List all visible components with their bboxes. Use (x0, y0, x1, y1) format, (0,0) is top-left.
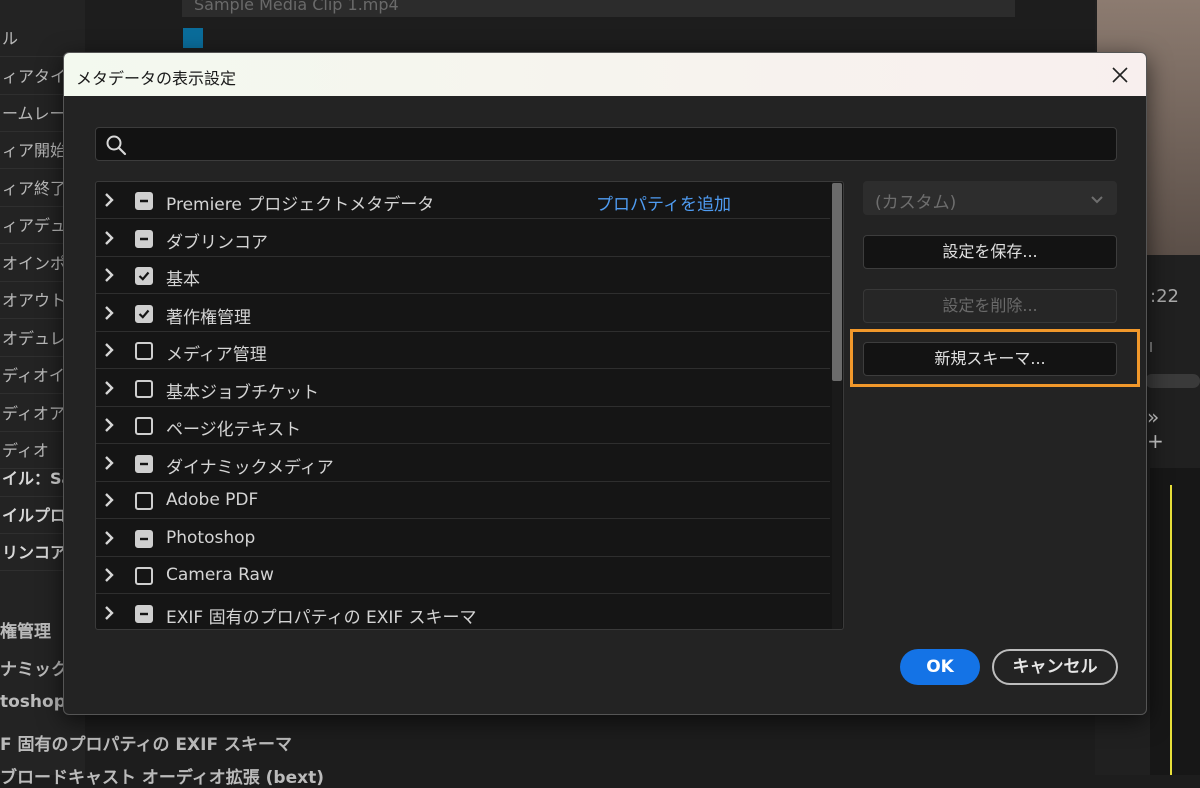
row-label: ダイナミックメディア (166, 457, 334, 478)
bg-row: toshop (0, 692, 66, 712)
row-label: 基本 (166, 270, 200, 290)
chevron-right-icon[interactable] (101, 530, 117, 546)
annotation-highlight-box (850, 329, 1140, 387)
checkmark-icon (138, 271, 150, 281)
chevron-right-icon[interactable] (101, 305, 117, 321)
row-checkbox[interactable] (135, 229, 153, 248)
indeterminate-icon (140, 612, 148, 615)
chevron-right-icon[interactable] (101, 230, 117, 246)
chevron-right-icon[interactable] (101, 567, 117, 583)
metadata-display-dialog: メタデータの表示設定 EXIF 固有のプロパティの EXIF スキーマ Camer… (63, 52, 1147, 715)
row-checkbox[interactable] (135, 304, 153, 323)
list-item[interactable]: Camera Raw (96, 557, 830, 594)
bg-zoom-scrollbar[interactable] (1145, 374, 1200, 388)
chevron-right-icon[interactable] (101, 417, 117, 433)
row-checkbox[interactable] (135, 417, 153, 435)
bg-row: ブロードキャスト オーディオ拡張 (bext) (0, 768, 324, 788)
row-checkbox[interactable] (135, 379, 153, 398)
bg-ruler (1150, 342, 1200, 352)
row-label: Photoshop (166, 527, 256, 548)
preset-dropdown[interactable]: (カスタム) (863, 181, 1117, 215)
list-item[interactable]: 著作権管理 (96, 295, 830, 332)
row-label: 著作権管理 (166, 307, 251, 328)
search-icon (106, 135, 127, 156)
row-checkbox[interactable] (135, 192, 153, 210)
bg-playhead (1170, 485, 1172, 775)
indeterminate-icon (140, 237, 148, 240)
row-label: Camera Raw (166, 565, 274, 585)
close-button[interactable] (1108, 63, 1132, 87)
chevron-down-icon (1091, 196, 1103, 204)
indeterminate-icon (140, 537, 148, 540)
chevron-right-icon[interactable] (101, 455, 117, 471)
row-label: Adobe PDF (166, 490, 259, 510)
row-label: 基本ジョブチケット (166, 382, 319, 403)
row-checkbox[interactable] (135, 604, 153, 623)
bg-timecode: :22 (1150, 286, 1179, 307)
chevron-right-icon[interactable] (101, 492, 117, 508)
list-item[interactable]: Photoshop (96, 520, 830, 557)
delete-settings-button[interactable]: 設定を削除... (863, 289, 1117, 323)
checkmark-icon (138, 309, 150, 319)
row-checkbox[interactable] (135, 567, 153, 585)
chevron-right-icon[interactable] (101, 267, 117, 283)
search-field[interactable] (95, 127, 1117, 161)
list-item[interactable]: 基本 (96, 257, 830, 294)
bg-timeline (1150, 468, 1200, 775)
list-scrollbar-thumb[interactable] (832, 183, 842, 381)
search-input[interactable] (136, 130, 1100, 160)
indeterminate-icon (140, 462, 148, 465)
bg-row: F 固有のプロパティの EXIF スキーマ (0, 735, 293, 755)
list-item[interactable]: メディア管理 (96, 332, 830, 369)
row-checkbox[interactable] (135, 492, 153, 510)
row-label: ページ化テキスト (166, 420, 302, 440)
dialog-titlebar: メタデータの表示設定 (64, 53, 1146, 96)
chevron-right-icon[interactable] (101, 192, 117, 208)
dialog-title: メタデータの表示設定 (76, 69, 237, 88)
row-checkbox[interactable] (135, 454, 153, 473)
indeterminate-icon (140, 199, 148, 203)
close-icon (1112, 67, 1128, 83)
row-label: ダブリンコア (166, 232, 268, 253)
bg-row: ナミック (0, 660, 68, 680)
bg-file-name-field: Sample Media Clip 1.mp4 (182, 0, 1015, 17)
list-item[interactable]: ダイナミックメディア (96, 445, 830, 482)
cancel-button[interactable]: キャンセル (992, 649, 1118, 685)
chevron-right-icon[interactable] (101, 605, 117, 621)
save-settings-button[interactable]: 設定を保存... (863, 235, 1117, 269)
list-item[interactable]: Adobe PDF (96, 482, 830, 519)
row-checkbox[interactable] (135, 267, 153, 285)
preset-value: (カスタム) (875, 193, 957, 213)
row-label: EXIF 固有のプロパティの EXIF スキーマ (166, 607, 477, 628)
add-property-link[interactable]: プロパティを追加 (596, 190, 731, 215)
bg-row: 権管理 (0, 622, 51, 642)
schema-list: EXIF 固有のプロパティの EXIF スキーマ Camera Raw Photos… (95, 181, 844, 630)
chevron-right-icon[interactable] (101, 380, 117, 396)
list-item[interactable]: EXIF 固有のプロパティの EXIF スキーマ (96, 595, 830, 630)
row-checkbox[interactable] (135, 342, 153, 360)
list-item[interactable]: Premiere プロジェクトメタデータ プロパティを追加 (96, 182, 830, 219)
row-checkbox[interactable] (135, 529, 153, 548)
row-label: メディア管理 (166, 345, 267, 365)
row-label: Premiere プロジェクトメタデータ (166, 195, 435, 215)
bg-color-swatch (183, 28, 203, 48)
list-item[interactable]: 基本ジョブチケット (96, 370, 830, 407)
chevron-right-icon[interactable] (101, 342, 117, 358)
bg-toolbar[interactable]: » + (1147, 405, 1200, 453)
list-item[interactable]: ページ化テキスト (96, 407, 830, 444)
list-item[interactable]: ダブリンコア (96, 220, 830, 257)
ok-button[interactable]: OK (900, 649, 980, 685)
